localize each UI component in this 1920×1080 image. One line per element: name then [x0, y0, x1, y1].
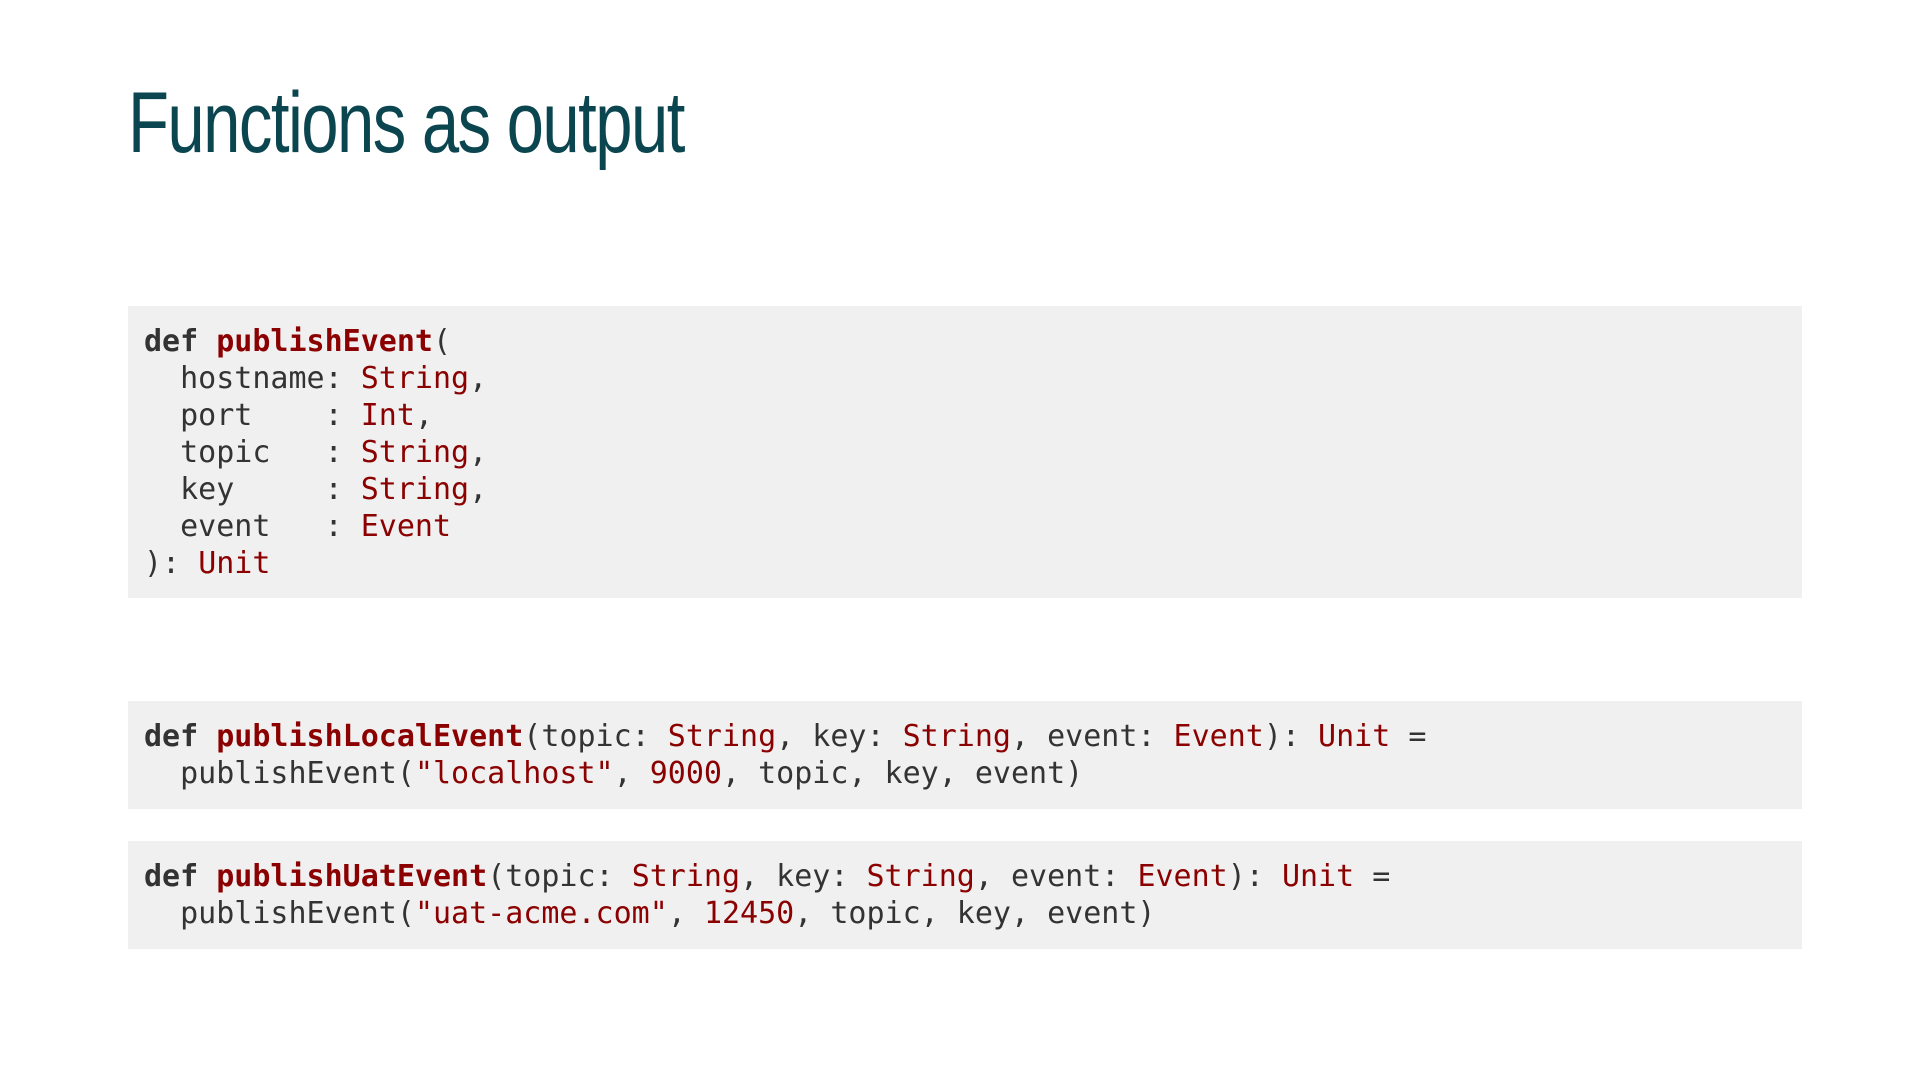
code-text: hostname: — [144, 361, 361, 396]
type-name: Unit — [1318, 719, 1391, 754]
slide-title: Functions as output — [128, 75, 685, 171]
code-line: def publishLocalEvent(topic: String, key… — [144, 719, 1426, 754]
code-text: , — [613, 756, 650, 791]
type-name: String — [360, 472, 470, 507]
code-line: def publishUatEvent(topic: String, key: … — [144, 859, 1390, 894]
code-text: event : — [144, 509, 361, 544]
code-text: , — [469, 361, 488, 396]
keyword: def — [144, 324, 199, 359]
code-text: port : — [144, 398, 361, 433]
type-name: String — [667, 719, 777, 754]
type-name: Event — [1173, 719, 1264, 754]
type-name: Unit — [1281, 859, 1355, 894]
keyword: def — [144, 719, 199, 754]
code-line: hostname: String, — [144, 361, 487, 396]
code-block-publish-local-event: def publishLocalEvent(topic: String, key… — [128, 701, 1802, 809]
code-text: publishEvent( — [144, 896, 415, 931]
code-text: , topic, key, event) — [794, 896, 1156, 931]
code-text: , key: — [776, 719, 903, 754]
code-text: ): — [1263, 719, 1319, 754]
type-name: String — [866, 859, 975, 894]
code-text: , — [667, 896, 704, 931]
code-text: , topic, key, event) — [722, 756, 1084, 791]
type-name: String — [360, 435, 470, 470]
code-text: topic : — [144, 435, 361, 470]
string-literal: "uat-acme.com" — [414, 896, 668, 931]
code-text: , event: — [1010, 719, 1174, 754]
code-text: , — [414, 398, 433, 433]
code-text: (topic: — [487, 859, 632, 894]
code-line: publishEvent("uat-acme.com", 12450, topi… — [144, 896, 1155, 931]
code-line: topic : String, — [144, 435, 487, 470]
type-name: Int — [360, 398, 415, 433]
function-name: publishUatEvent — [216, 859, 488, 894]
function-name: publishEvent — [216, 324, 433, 359]
code-text: ): — [144, 546, 199, 581]
code-text: (topic: — [523, 719, 668, 754]
code-line: def publishEvent( — [144, 324, 451, 359]
string-literal: "localhost" — [414, 756, 614, 791]
code-text: , — [469, 435, 488, 470]
type-name: String — [631, 859, 741, 894]
code-text: = — [1354, 859, 1391, 894]
keyword: def — [144, 859, 199, 894]
code-text: , — [469, 472, 488, 507]
code-line: key : String, — [144, 472, 487, 507]
type-name: String — [902, 719, 1011, 754]
number-literal: 12450 — [703, 896, 795, 931]
code-text: ): — [1227, 859, 1282, 894]
number-literal: 9000 — [649, 756, 722, 791]
code-line: ): Unit — [144, 546, 270, 581]
type-name: String — [360, 361, 470, 396]
code-text: ( — [433, 324, 452, 359]
code-block-publish-uat-event: def publishUatEvent(topic: String, key: … — [128, 841, 1802, 949]
code-text: , key: — [740, 859, 867, 894]
type-name: Event — [360, 509, 452, 544]
code-block-publish-event: def publishEvent( hostname: String, port… — [128, 306, 1802, 598]
code-text: key : — [144, 472, 361, 507]
code-line: event : Event — [144, 509, 451, 544]
code-line: publishEvent("localhost", 9000, topic, k… — [144, 756, 1083, 791]
type-name: Unit — [198, 546, 271, 581]
function-name: publishLocalEvent — [216, 719, 524, 754]
code-line: port : Int, — [144, 398, 433, 433]
code-text: publishEvent( — [144, 756, 415, 791]
type-name: Event — [1137, 859, 1228, 894]
code-text: , event: — [974, 859, 1138, 894]
code-text: = — [1390, 719, 1427, 754]
